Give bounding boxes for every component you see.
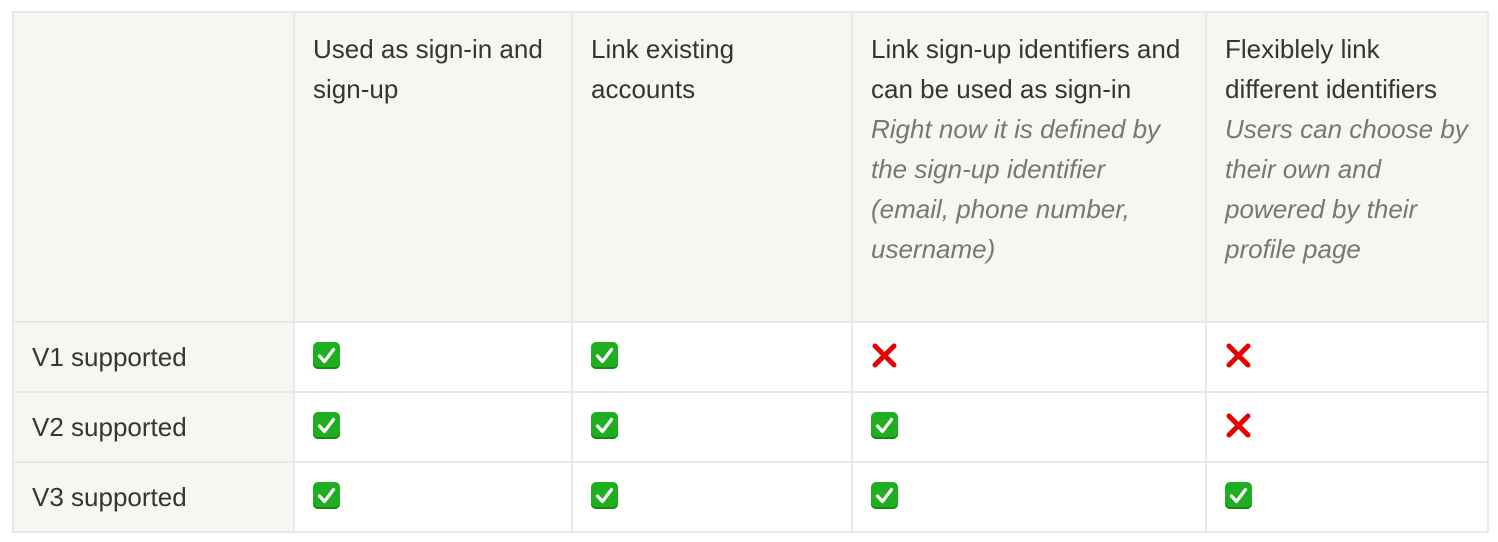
row-label: V1 supported [32,342,187,372]
check-mark-icon [591,481,618,509]
status-cell [851,391,1207,463]
check-mark-icon [591,341,618,369]
status-cell [851,461,1207,533]
check-mark-icon [313,481,340,509]
status-cell [1205,461,1489,533]
check-mark-icon [871,481,898,509]
header-cell-empty [12,11,295,323]
status-cell [571,321,853,393]
cross-mark-icon [871,342,898,369]
header-cell-link-existing: Link existing accounts [571,11,853,323]
header-row: Used as sign-in and sign-up Link existin… [12,11,1489,323]
check-mark-icon [871,411,898,439]
check-mark-icon [1225,481,1252,509]
row-label: V3 supported [32,482,187,512]
row-header: V3 supported [12,461,295,533]
check-mark-icon [313,411,340,439]
row-label: V2 supported [32,412,187,442]
cross-mark-icon [1225,342,1252,369]
cross-mark-icon [1225,412,1252,439]
column-title: Used as sign-in and sign-up [313,34,543,104]
column-note: Users can choose by their own and powere… [1225,114,1468,264]
status-cell [571,461,853,533]
header-cell-flexible-link: Flexiblely link different identifiers Us… [1205,11,1489,323]
column-title: Link existing accounts [591,34,735,104]
header-cell-sign-in-sign-up: Used as sign-in and sign-up [293,11,573,323]
column-note: Right now it is defined by the sign-up i… [871,114,1161,264]
status-cell [293,461,573,533]
check-mark-icon [313,341,340,369]
column-title: Link sign-up identifiers and can be used… [871,34,1181,104]
status-cell [571,391,853,463]
status-cell [851,321,1207,393]
table-row: V3 supported [12,461,1489,533]
status-cell [293,321,573,393]
feature-comparison-table: Used as sign-in and sign-up Link existin… [12,11,1489,533]
status-cell [1205,321,1489,393]
header-cell-link-sign-up-identifiers: Link sign-up identifiers and can be used… [851,11,1207,323]
column-title: Flexiblely link different identifiers [1225,34,1437,104]
row-header: V1 supported [12,321,295,393]
status-cell [293,391,573,463]
row-header: V2 supported [12,391,295,463]
check-mark-icon [591,411,618,439]
table-row: V2 supported [12,391,1489,463]
table-row: V1 supported [12,321,1489,393]
status-cell [1205,391,1489,463]
